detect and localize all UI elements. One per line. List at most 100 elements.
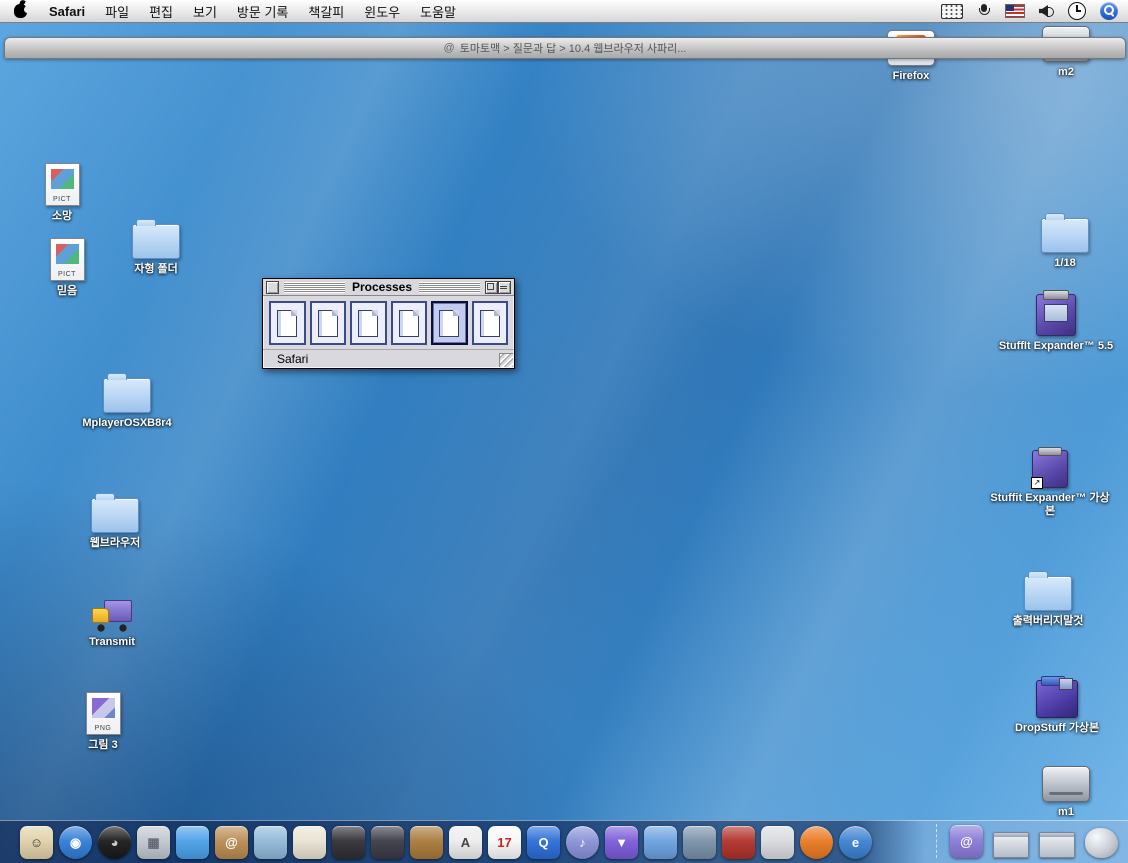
dock: ☺◉◕▦ @ A17Q♪▼ e @	[0, 820, 1128, 863]
dock-quicktime[interactable]: Q	[527, 826, 560, 859]
processes-window-footer: Safari	[263, 349, 514, 368]
dashboard-glyph: ◕	[98, 826, 131, 859]
zoom-box-icon[interactable]	[485, 281, 498, 294]
shaded-window-titlebar[interactable]: @ 토마토맥 > 질문과 답 > 10.4 웹브라우저 사파리...	[4, 37, 1126, 59]
pict-file-icon-badge: PICT	[46, 196, 79, 203]
stuffit-alias-icon	[1032, 450, 1068, 488]
menu-item-6[interactable]: 윈도우	[354, 2, 410, 21]
menu-item-5[interactable]: 책갈피	[298, 2, 354, 21]
dock-minimized-window-2[interactable]	[1039, 832, 1075, 858]
menu-item-4[interactable]: 방문 기록	[227, 2, 298, 21]
menu-item-2[interactable]: 편집	[139, 2, 183, 21]
desktop-icon-7[interactable]: PNG그림 3	[48, 692, 158, 752]
process-item-5[interactable]	[431, 301, 468, 345]
desktop-icon-label: StuffIt Expander™ 5.5	[981, 340, 1128, 353]
us-flag-icon	[1005, 4, 1025, 18]
us-flag-icon-button[interactable]	[1005, 0, 1025, 22]
shaded-window-title: 토마토맥 > 질문과 답 > 10.4 웹브라우저 사파리...	[460, 40, 687, 56]
dock-imovie[interactable]	[332, 826, 365, 859]
process-item-6[interactable]	[472, 301, 509, 345]
speech-icon-button[interactable]	[977, 0, 991, 22]
hard-disk-icon	[1042, 766, 1090, 802]
volume-icon-button[interactable]	[1039, 0, 1054, 22]
pict-file-icon-badge: PICT	[51, 271, 84, 278]
process-items-row	[263, 296, 514, 349]
trash-icon[interactable]	[1085, 828, 1118, 858]
dock-safari[interactable]: ◉	[59, 826, 92, 859]
pict-file-icon: PICT	[45, 163, 80, 206]
textedit-glyph: A	[449, 826, 482, 859]
volume-icon	[1039, 4, 1054, 18]
menu-item-3[interactable]: 보기	[183, 2, 227, 21]
processes-window: Processes Safari	[262, 278, 515, 369]
dock-textedit[interactable]: A	[449, 826, 482, 859]
dock-address-book[interactable]: @	[215, 826, 248, 859]
dock-ical[interactable]: 17	[488, 826, 521, 859]
address-book-glyph: @	[215, 826, 248, 859]
desktop-icon-13[interactable]: 출력버리지말것	[993, 576, 1103, 628]
document-icon	[439, 310, 459, 337]
apple-logo-icon	[14, 4, 27, 18]
process-item-1[interactable]	[269, 301, 306, 345]
desktop-icon-5[interactable]: 웹브라우저	[60, 498, 170, 550]
desktop-icon-label: Stuffit Expander™ 가상본	[986, 492, 1114, 518]
keyboard-icon	[941, 4, 963, 19]
process-item-4[interactable]	[391, 301, 428, 345]
document-icon	[277, 310, 297, 337]
desktop-icon-10[interactable]: 1/18	[1015, 218, 1115, 270]
dock-itunes[interactable]: ♪	[566, 826, 599, 859]
process-item-3[interactable]	[350, 301, 387, 345]
menu-status-icons	[941, 0, 1128, 22]
process-item-2[interactable]	[310, 301, 347, 345]
desktop-icon-3[interactable]: 자형 폴더	[101, 224, 211, 276]
dock-download-arrow[interactable]: ▼	[605, 826, 638, 859]
quicktime-glyph: Q	[527, 826, 560, 859]
dock-stamps[interactable]: ▦	[137, 826, 170, 859]
resize-grip[interactable]	[499, 353, 513, 367]
download-arrow-glyph: ▼	[605, 826, 638, 859]
dock-ichat[interactable]	[176, 826, 209, 859]
dock-utilities-folder[interactable]	[683, 826, 716, 859]
spotlight-icon-button[interactable]	[1100, 0, 1118, 22]
desktop-icon-15[interactable]: m1	[1016, 766, 1116, 819]
dock-mail-at-document[interactable]: @	[950, 825, 983, 858]
folder-icon	[103, 378, 151, 413]
dock-garageband[interactable]	[410, 826, 443, 859]
menu-item-1[interactable]: 파일	[95, 2, 139, 21]
desktop-icon-label: Firefox	[856, 70, 966, 83]
dock-minimized-window-1[interactable]	[993, 832, 1029, 858]
transmit-truck-icon	[90, 598, 134, 632]
dock-documents[interactable]	[761, 826, 794, 859]
itunes-glyph: ♪	[566, 826, 599, 859]
menu-item-7[interactable]: 도움말	[410, 2, 466, 21]
desktop-icon-1[interactable]: PICT소망	[7, 163, 117, 223]
dock-iphoto[interactable]	[293, 826, 326, 859]
dock-idvd[interactable]	[371, 826, 404, 859]
spotlight-icon	[1100, 2, 1118, 20]
dock-firefox[interactable]	[800, 826, 833, 859]
dock-preview[interactable]	[254, 826, 287, 859]
app-menu-safari[interactable]: Safari	[39, 4, 95, 19]
dock-dvd-player[interactable]	[722, 826, 755, 859]
desktop-icon-6[interactable]: Transmit	[57, 598, 167, 649]
active-app-label: Safari	[263, 352, 308, 366]
dock-internet-explorer[interactable]: e	[839, 826, 872, 859]
desktop-icon-4[interactable]: MplayerOSXB8r4	[62, 378, 192, 430]
keyboard-icon-button[interactable]	[941, 0, 963, 22]
dock-classic-environment[interactable]: ☺	[20, 826, 53, 859]
document-icon	[318, 310, 338, 337]
dock-dashboard[interactable]: ◕	[98, 826, 131, 859]
desktop-icon-14[interactable]: DropStuff 가상본	[997, 680, 1117, 735]
menu-bar: Safari 파일편집보기방문 기록책갈피윈도우도움말	[0, 0, 1128, 23]
collapse-box-icon[interactable]	[498, 281, 511, 294]
processes-window-titlebar[interactable]: Processes	[263, 279, 514, 296]
clock-icon-button[interactable]	[1068, 0, 1086, 22]
apple-menu[interactable]	[0, 4, 39, 18]
classic-environment-glyph: ☺	[20, 826, 53, 859]
desktop-icon-11[interactable]: StuffIt Expander™ 5.5	[981, 294, 1128, 353]
close-box-icon[interactable]	[266, 281, 279, 294]
desktop-icon-12[interactable]: Stuffit Expander™ 가상본	[986, 450, 1114, 518]
desktop-icon-label: m1	[1016, 806, 1116, 819]
dock-applications-folder[interactable]	[644, 826, 677, 859]
menu-items: 파일편집보기방문 기록책갈피윈도우도움말	[95, 2, 466, 21]
